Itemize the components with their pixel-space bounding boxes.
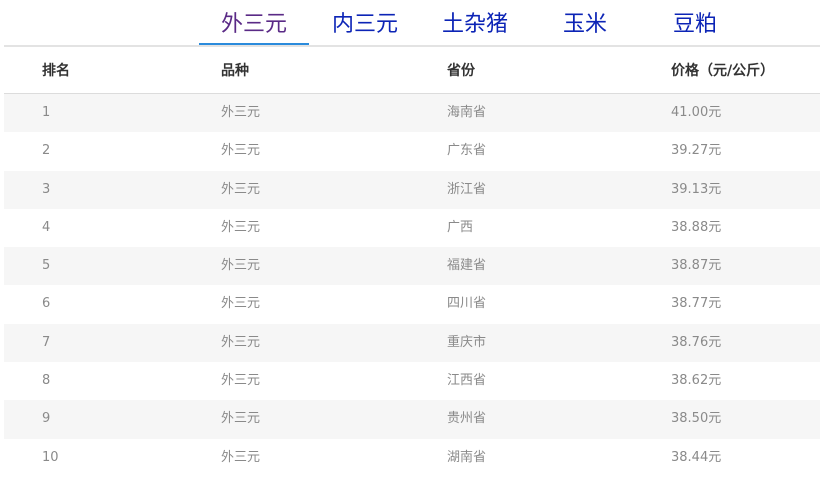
cell-rank: 5 [42,258,51,274]
table-row: 2 外三元 广东省 39.27元 [4,132,820,171]
table-row: 10 外三元 湖南省 38.44元 [4,438,820,477]
cell-province: 浙江省 [447,181,487,197]
table-row: 4 外三元 广西 38.88元 [4,208,820,248]
cell-breed: 外三元 [221,411,261,427]
tab-label: 豆粕 [672,12,717,37]
table-row: 7 外三元 重庆市 38.76元 [4,323,820,363]
cell-price: 38.87元 [671,258,722,274]
table-row: 8 外三元 江西省 38.62元 [4,362,820,401]
cell-rank: 4 [42,219,51,235]
cell-rank: 7 [42,334,51,350]
cell-rank: 1 [42,105,51,120]
cell-breed: 外三元 [221,449,261,465]
header-rank: 排名 [42,63,70,79]
cell-price: 38.88元 [671,219,722,235]
cell-price: 38.62元 [671,373,722,389]
cell-rank: 8 [42,373,51,389]
tab-dou-po[interactable]: 豆粕 [640,8,750,46]
price-table: 排名 品种 省份 价格（元/公斤） 1 外三元 海南省 41.00元 2 外三元… [4,47,820,477]
cell-price: 38.44元 [671,449,722,465]
cell-breed: 外三元 [221,105,261,120]
cell-rank: 6 [42,296,51,312]
cell-breed: 外三元 [221,296,261,312]
tab-yu-mi[interactable]: 玉米 [530,8,640,46]
header-province: 省份 [447,63,475,79]
cell-breed: 外三元 [221,143,261,159]
cell-province: 贵州省 [447,411,487,427]
table-row: 6 外三元 四川省 38.77元 [4,285,820,324]
cell-breed: 外三元 [221,373,261,389]
tab-wai-san-yuan[interactable]: 外三元 [199,8,309,46]
cell-breed: 外三元 [221,334,261,350]
commodity-tabs: 外三元 内三元 土杂猪 玉米 豆粕 [0,0,820,46]
cell-rank: 10 [42,449,59,465]
table-row: 5 外三元 福建省 38.87元 [4,247,820,286]
cell-price: 39.27元 [671,143,722,159]
tab-nei-san-yuan[interactable]: 内三元 [310,8,420,46]
cell-province: 湖南省 [447,449,487,465]
cell-province: 江西省 [447,373,487,389]
table-header: 排名 品种 省份 价格（元/公斤） [4,47,820,94]
cell-breed: 外三元 [221,219,261,235]
cell-price: 38.77元 [671,296,722,312]
cell-province: 重庆市 [447,334,487,350]
cell-rank: 2 [42,143,51,159]
cell-province: 广西 [447,219,474,235]
price-ranking-page: 外三元 内三元 土杂猪 玉米 豆粕 排名 品种 省份 价格（元/公斤） 1 外三… [0,0,820,482]
cell-province: 四川省 [447,296,487,312]
cell-province: 广东省 [447,143,487,159]
cell-price: 38.76元 [671,334,722,350]
tab-label: 土杂猪 [441,12,508,37]
tab-label: 玉米 [562,12,607,37]
cell-province: 福建省 [447,258,487,274]
tab-label: 外三元 [220,12,287,37]
header-price: 价格（元/公斤） [671,63,775,79]
cell-province: 海南省 [447,105,487,120]
cell-price: 38.50元 [671,411,722,427]
tab-tu-za-zhu[interactable]: 土杂猪 [420,8,530,46]
cell-price: 41.00元 [671,105,722,120]
cell-breed: 外三元 [221,258,261,274]
cell-rank: 9 [42,411,51,427]
table-row: 1 外三元 海南省 41.00元 [4,94,820,133]
cell-breed: 外三元 [221,181,261,197]
table-row: 9 外三元 贵州省 38.50元 [4,400,820,439]
tab-label: 内三元 [331,12,398,37]
table-row: 3 外三元 浙江省 39.13元 [4,170,820,209]
cell-rank: 3 [42,181,51,197]
header-breed: 品种 [221,63,249,79]
cell-price: 39.13元 [671,181,722,197]
